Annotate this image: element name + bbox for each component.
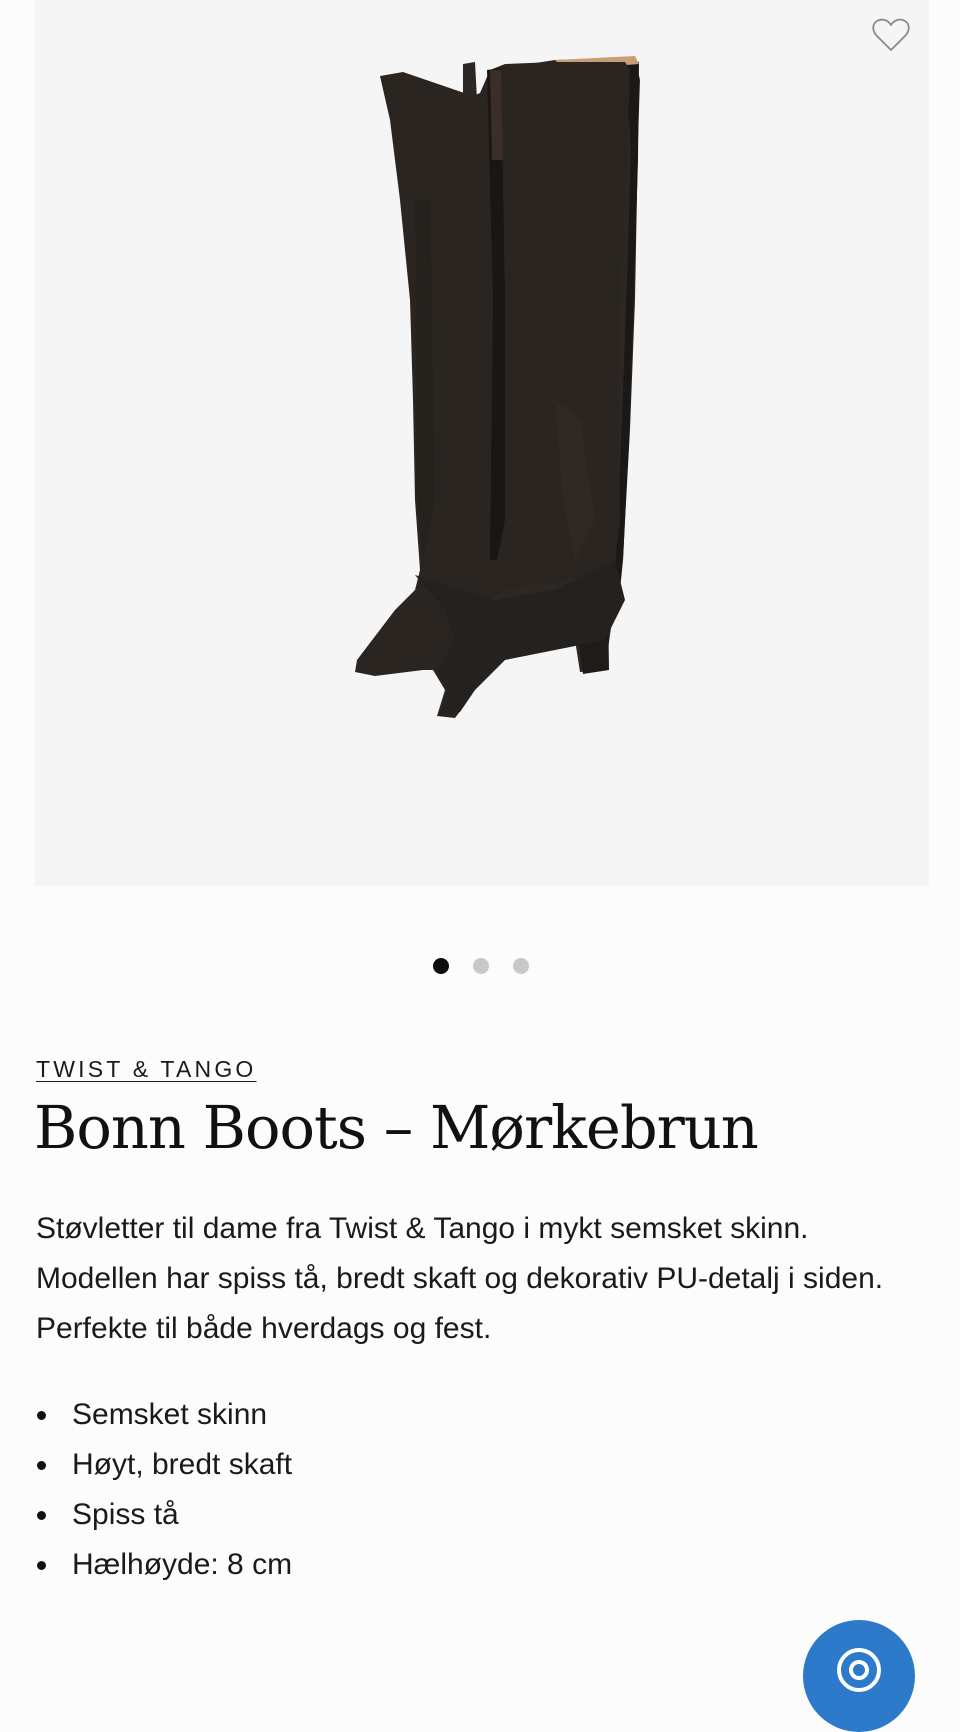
product-description: Støvletter til dame fra Twist & Tango i … <box>36 1212 884 1345</box>
chat-button[interactable] <box>803 1620 915 1732</box>
product-image <box>355 56 640 718</box>
bullet-icon <box>37 1461 46 1470</box>
feature-text: Hælhøyde: 8 cm <box>72 1548 293 1581</box>
bullet-icon <box>37 1411 46 1420</box>
pagination-dot[interactable] <box>513 958 529 974</box>
pagination-dot[interactable] <box>473 958 489 974</box>
list-item: Hælhøyde: 8 cm <box>36 1540 292 1590</box>
bullet-icon <box>37 1561 46 1570</box>
wishlist-button[interactable] <box>866 10 916 60</box>
list-item: Semsket skinn <box>36 1390 292 1440</box>
product-gallery[interactable] <box>35 0 929 886</box>
feature-text: Høyt, bredt skaft <box>72 1448 293 1481</box>
heart-outline-icon <box>872 18 910 51</box>
pagination-dot[interactable] <box>433 958 449 974</box>
list-item: Høyt, bredt skaft <box>36 1440 292 1490</box>
feature-list: Semsket skinn Høyt, bredt skaft Spiss tå… <box>36 1390 292 1590</box>
feature-text: Semsket skinn <box>72 1398 268 1431</box>
gallery-pagination <box>0 958 960 974</box>
chat-bubble-icon <box>837 1648 881 1692</box>
bullet-icon <box>37 1511 46 1520</box>
product-title: Bonn Boots – Mørkebrun <box>34 1093 759 1162</box>
feature-text: Spiss tå <box>72 1498 179 1531</box>
brand-link[interactable]: TWIST & TANGO <box>36 1056 257 1083</box>
list-item: Spiss tå <box>36 1490 292 1540</box>
